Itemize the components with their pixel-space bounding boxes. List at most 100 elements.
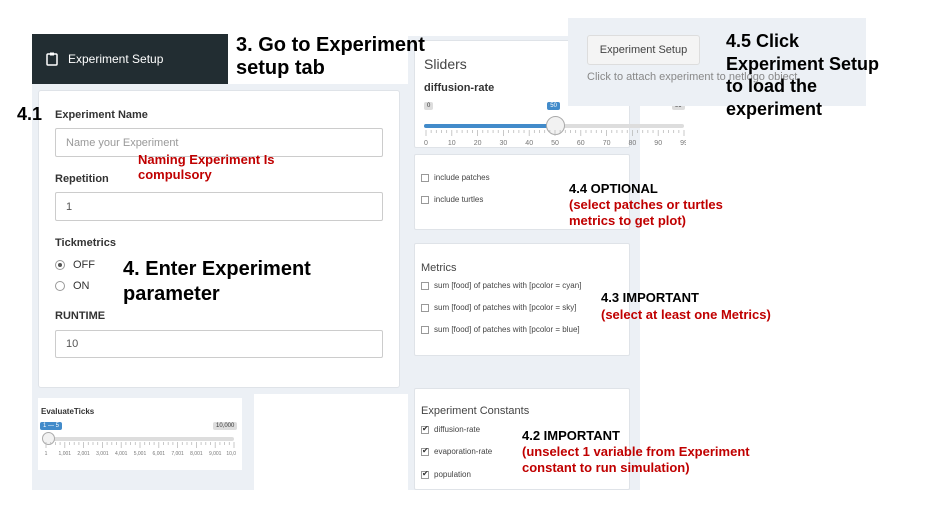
diffusion-value-badge: 50 xyxy=(547,102,560,110)
experiment-setup-button[interactable]: Experiment Setup xyxy=(587,35,700,65)
checkbox-unchecked-icon xyxy=(421,303,429,312)
checkbox-unchecked-icon xyxy=(421,281,429,290)
radio-checked-icon xyxy=(55,260,65,270)
tick-label: 80 xyxy=(629,140,637,147)
annotation-line: parameter xyxy=(123,283,220,305)
annotation-step-4-3: 4.3 IMPORTANT (select at least one Metri… xyxy=(601,289,771,323)
diffusion-rate-fill xyxy=(424,124,556,128)
constant-label: evaporation-rate xyxy=(434,447,493,456)
tick-label: 10,000 xyxy=(226,451,236,457)
metric-checkbox[interactable]: sum [food] of patches with [pcolor = blu… xyxy=(421,325,580,334)
tick-label: 7,001 xyxy=(171,451,184,457)
evaluate-ticks-label: EvaluateTicks xyxy=(41,407,95,416)
annotation-line: 4. Enter Experiment xyxy=(123,258,311,280)
clipboard-icon xyxy=(46,52,58,66)
annotation-line: 4.3 IMPORTANT xyxy=(601,290,699,305)
constant-checkbox[interactable]: population xyxy=(421,469,471,479)
annotation-step-4-5: 4.5 Click Experiment Setup to load the e… xyxy=(726,30,879,120)
repetition-input[interactable]: 1 xyxy=(55,192,383,221)
annotation-line: metrics to get plot) xyxy=(569,213,687,228)
annotation-line: experiment xyxy=(726,98,823,119)
sliders-title: Sliders xyxy=(424,56,467,72)
evaluate-ticks-value-badge: 1 — 5 xyxy=(40,422,63,430)
tick-label: 5,001 xyxy=(134,451,147,457)
sidebar-item-label: Experiment Setup xyxy=(68,52,164,66)
annotation-naming: Naming Experiment Is compulsory xyxy=(138,152,275,182)
tick-label: 99 xyxy=(680,140,686,147)
tick-label: 50 xyxy=(551,140,559,147)
include-turtles-label: include turtles xyxy=(434,195,484,204)
tick-label: 2,001 xyxy=(77,451,90,457)
annotation-line: to load the xyxy=(726,76,817,96)
annotation-step-4-1: 4.1 xyxy=(17,104,43,124)
annotation-line: Naming Experiment Is xyxy=(138,152,275,167)
tickmetrics-off-radio[interactable]: OFF xyxy=(55,259,95,271)
annotation-step-3: 3. Go to Experiment setup tab xyxy=(236,34,425,80)
tick-label: 0 xyxy=(424,140,428,147)
annotation-line: Experiment Setup xyxy=(726,53,880,74)
constants-title: Experiment Constants xyxy=(421,405,530,417)
metrics-panel xyxy=(414,243,630,356)
evaluate-ticks-scale: 1 1,001 2,001 3,001 4,001 5,001 6,001 7,001 8,00… xyxy=(45,442,236,457)
checkbox-checked-icon xyxy=(421,446,429,456)
radio-unchecked-icon xyxy=(55,281,65,291)
tick-label: 60 xyxy=(577,140,585,147)
tick-label: 1,001 xyxy=(59,451,72,457)
checkbox-unchecked-icon xyxy=(421,173,429,182)
annotation-line: 4.2 IMPORTANT xyxy=(522,428,620,443)
metric-checkbox[interactable]: sum [food] of patches with [pcolor = cya… xyxy=(421,281,581,290)
constant-label: population xyxy=(434,470,471,479)
radio-off-label: OFF xyxy=(73,259,95,271)
diffusion-rate-scale: 0 10 20 30 40 50 60 70 80 90 99 xyxy=(424,130,686,147)
tick-label: 10 xyxy=(448,140,456,147)
tick-label: 3,001 xyxy=(96,451,109,457)
runtime-label: RUNTIME xyxy=(55,310,106,322)
checkbox-checked-icon xyxy=(421,469,429,479)
include-turtles-checkbox[interactable]: include turtles xyxy=(421,195,483,204)
tick-label: 30 xyxy=(500,140,508,147)
checkbox-unchecked-icon xyxy=(421,325,429,334)
metric-label: sum [food] of patches with [pcolor = blu… xyxy=(434,325,580,334)
annotation-step-4-4: 4.4 OPTIONAL (select patches or turtles … xyxy=(569,181,723,229)
include-patches-label: include patches xyxy=(434,173,490,182)
sidebar-item-experiment-setup[interactable]: Experiment Setup xyxy=(32,34,228,84)
evaluate-ticks-track[interactable] xyxy=(44,437,234,441)
tick-label: 4,001 xyxy=(115,451,128,457)
metric-checkbox[interactable]: sum [food] of patches with [pcolor = sky… xyxy=(421,303,577,312)
tick-label: 6,001 xyxy=(153,451,166,457)
tickmetrics-on-radio[interactable]: ON xyxy=(55,280,90,292)
tickmetrics-label: Tickmetrics xyxy=(55,237,116,249)
metric-label: sum [food] of patches with [pcolor = cya… xyxy=(434,281,582,290)
runtime-input[interactable]: 10 xyxy=(55,330,383,358)
tick-label: 1 xyxy=(45,451,48,457)
annotation-line: 4.5 Click xyxy=(726,31,800,51)
metric-label: sum [food] of patches with [pcolor = sky… xyxy=(434,303,577,312)
constant-checkbox[interactable]: evaporation-rate xyxy=(421,446,493,456)
annotation-step-4-2: 4.2 IMPORTANT (unselect 1 variable from … xyxy=(522,428,750,476)
repetition-label: Repetition xyxy=(55,173,109,185)
metrics-title: Metrics xyxy=(421,262,457,274)
annotation-line: 3. Go to Experiment xyxy=(236,34,425,56)
annotation-line: 4.4 OPTIONAL xyxy=(569,181,658,196)
radio-on-label: ON xyxy=(73,280,90,292)
checkbox-checked-icon xyxy=(421,424,429,434)
tick-label: 8,001 xyxy=(190,451,203,457)
annotation-line: compulsory xyxy=(138,167,212,182)
annotation-line: setup tab xyxy=(236,57,325,79)
diffusion-rate-label: diffusion-rate xyxy=(424,82,495,94)
tick-label: 40 xyxy=(525,140,533,147)
tick-label: 70 xyxy=(603,140,611,147)
experiment-name-label: Experiment Name xyxy=(55,109,148,121)
tick-label: 20 xyxy=(474,140,482,147)
constant-checkbox[interactable]: diffusion-rate xyxy=(421,424,481,434)
evaluate-ticks-max-badge: 10,000 xyxy=(213,422,238,430)
annotation-line: (select at least one Metrics) xyxy=(601,307,771,322)
annotation-line: (select patches or turtles xyxy=(569,197,723,212)
constant-label: diffusion-rate xyxy=(434,425,481,434)
include-patches-checkbox[interactable]: include patches xyxy=(421,173,490,182)
tick-label: 90 xyxy=(654,140,662,147)
annotation-step-4: 4. Enter Experiment parameter xyxy=(123,257,311,307)
diffusion-min-badge: 0 xyxy=(424,102,434,110)
tick-label: 9,001 xyxy=(209,451,222,457)
annotation-line: (unselect 1 variable from Experiment xyxy=(522,444,750,459)
